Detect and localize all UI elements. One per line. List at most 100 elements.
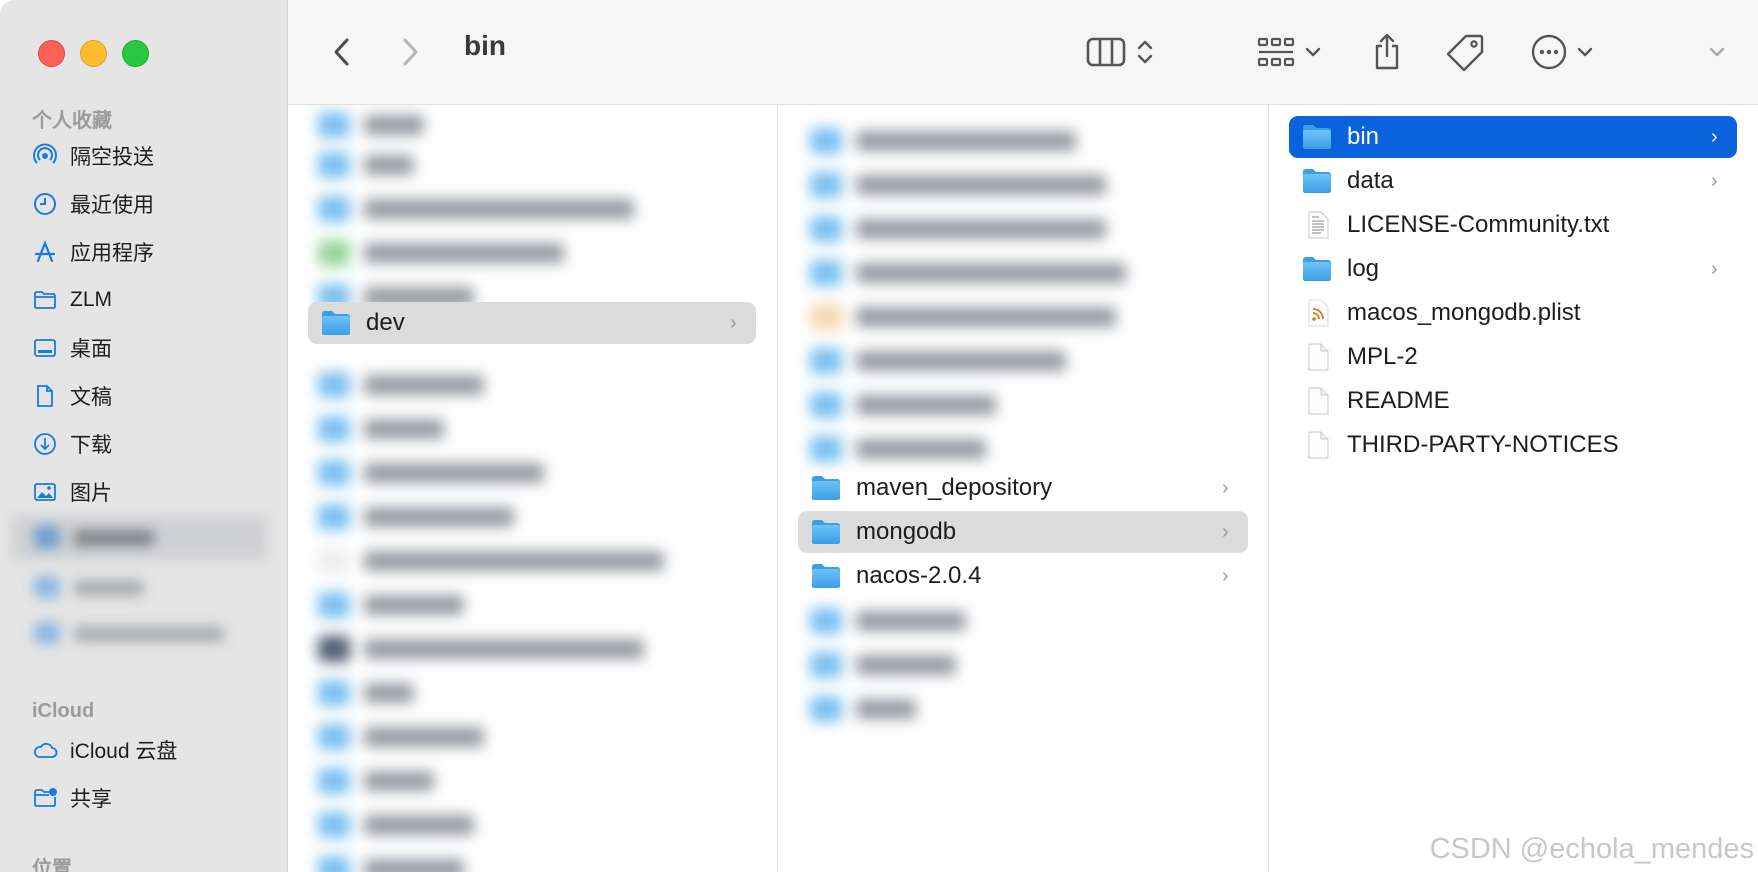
item-name: LICENSE-Community.txt: [1347, 211, 1610, 238]
share-button[interactable]: [1370, 30, 1404, 74]
view-mode-button[interactable]: [1086, 30, 1156, 74]
list-item[interactable]: [318, 105, 424, 145]
chevron-right-icon: ›: [1711, 257, 1718, 280]
list-item[interactable]: [318, 541, 664, 581]
list-item[interactable]: [810, 165, 1106, 205]
group-button[interactable]: [1256, 30, 1324, 74]
list-item[interactable]: [810, 645, 956, 685]
column-1[interactable]: dev ›: [288, 105, 776, 872]
window-controls: [38, 40, 149, 67]
toolbar-overflow-button[interactable]: [1706, 30, 1728, 74]
airdrop-icon: [33, 143, 57, 164]
sidebar-item-label: ZLM: [70, 288, 112, 311]
favorites-header: 个人收藏: [32, 110, 112, 132]
applications-icon: [34, 239, 56, 263]
list-item[interactable]: [810, 121, 1076, 161]
folder-icon: [810, 562, 842, 590]
sidebar-item-airdrop[interactable]: 隔空投送: [32, 136, 262, 176]
sidebar-item-documents[interactable]: 文稿: [32, 376, 262, 416]
chevron-right-icon: ›: [1222, 520, 1229, 543]
sidebar-item-blurred[interactable]: [12, 516, 267, 560]
folder-icon: [1301, 167, 1333, 195]
sidebar-item-zlm[interactable]: ZLM: [32, 280, 262, 320]
list-item-nacos[interactable]: nacos-2.0.4 ›: [798, 555, 1248, 597]
list-item[interactable]: [810, 385, 996, 425]
sidebar-item-desktop[interactable]: 桌面: [32, 328, 262, 368]
list-item[interactable]: [318, 805, 474, 845]
list-item-license[interactable]: LICENSE-Community.txt: [1289, 204, 1737, 246]
document-icon: [37, 385, 53, 407]
list-item[interactable]: [318, 453, 544, 493]
list-item-third-party-notices[interactable]: THIRD-PARTY-NOTICES: [1289, 424, 1737, 466]
close-window-button[interactable]: [38, 40, 65, 67]
item-name: nacos-2.0.4: [856, 562, 982, 589]
sidebar-item-downloads[interactable]: 下载: [32, 424, 262, 464]
list-item[interactable]: [318, 189, 634, 229]
sidebar-item-label: 文稿: [70, 386, 112, 409]
chevron-right-icon: ›: [1711, 169, 1718, 192]
list-item[interactable]: [318, 717, 484, 757]
column-2[interactable]: maven_depository › mongodb › nacos-2.0.4…: [777, 105, 1268, 872]
sidebar-item-label: 隔空投送: [70, 146, 154, 169]
ellipsis-circle-icon: [1531, 34, 1567, 70]
list-item[interactable]: [810, 689, 916, 729]
minimize-window-button[interactable]: [80, 40, 107, 67]
sidebar-item-label: 下载: [70, 434, 112, 457]
list-item[interactable]: [810, 297, 1116, 337]
icloud-icon: [34, 742, 58, 758]
list-item-maven-depository[interactable]: maven_depository ›: [798, 467, 1248, 509]
list-item-log[interactable]: log ›: [1289, 248, 1737, 290]
folder-icon: [1301, 123, 1333, 151]
sidebar-item-blurred[interactable]: [12, 566, 267, 610]
tag-button[interactable]: [1446, 30, 1486, 74]
list-item[interactable]: [318, 365, 484, 405]
list-item[interactable]: [318, 761, 434, 801]
list-item-readme[interactable]: README: [1289, 380, 1737, 422]
list-item-data[interactable]: data ›: [1289, 160, 1737, 202]
list-item[interactable]: [318, 409, 444, 449]
sidebar-item-shared[interactable]: 共享: [32, 778, 262, 818]
chevron-right-icon: [403, 38, 418, 66]
list-item[interactable]: [810, 601, 966, 641]
list-item[interactable]: [318, 585, 464, 625]
sidebar-item-recents[interactable]: 最近使用: [32, 184, 262, 224]
sidebar-item-icloud-drive[interactable]: iCloud 云盘: [32, 730, 262, 770]
sidebar-item-applications[interactable]: 应用程序: [32, 232, 262, 272]
item-name: THIRD-PARTY-NOTICES: [1347, 431, 1619, 458]
forward-button[interactable]: [398, 30, 422, 74]
list-item-bin[interactable]: bin ›: [1289, 116, 1737, 158]
list-item-mpl2[interactable]: MPL-2: [1289, 336, 1737, 378]
folder-icon: [1301, 255, 1333, 283]
list-item[interactable]: [810, 209, 1106, 249]
column-3[interactable]: bin › data › LICENSE-Community.txt log ›…: [1268, 105, 1758, 872]
sidebar-item-label: 共享: [70, 788, 112, 811]
sidebar-item-blurred[interactable]: [12, 612, 267, 656]
photo-icon: [34, 483, 56, 501]
list-item[interactable]: [810, 341, 1066, 381]
grid-icon: [1257, 37, 1295, 67]
folder-icon: [34, 291, 56, 309]
list-item[interactable]: [318, 233, 564, 273]
up-down-chevron-icon: [1137, 40, 1153, 64]
list-item[interactable]: [318, 145, 414, 185]
back-button[interactable]: [330, 30, 354, 74]
sidebar: 个人收藏 隔空投送 最近使用 应用程序 ZLM 桌面 文稿 下载 图片 iClo…: [0, 0, 288, 872]
window-title: bin: [464, 30, 506, 61]
list-item[interactable]: [318, 629, 644, 669]
watermark: CSDN @echola_mendes: [1429, 833, 1754, 865]
chevron-right-icon: ›: [1711, 125, 1718, 148]
list-item-dev[interactable]: dev ›: [308, 302, 756, 344]
chevron-right-icon: ›: [1222, 564, 1229, 587]
list-item[interactable]: [318, 497, 514, 537]
chevron-down-icon: [1709, 47, 1725, 57]
list-item-plist[interactable]: macos_mongodb.plist: [1289, 292, 1737, 334]
list-item[interactable]: [318, 849, 464, 872]
list-item[interactable]: [810, 429, 986, 469]
list-item[interactable]: [810, 253, 1126, 293]
item-name: macos_mongodb.plist: [1347, 299, 1581, 326]
more-actions-button[interactable]: [1530, 30, 1596, 74]
list-item[interactable]: [318, 673, 414, 713]
sidebar-item-pictures[interactable]: 图片: [32, 472, 262, 512]
fullscreen-window-button[interactable]: [122, 40, 149, 67]
list-item-mongodb[interactable]: mongodb ›: [798, 511, 1248, 553]
